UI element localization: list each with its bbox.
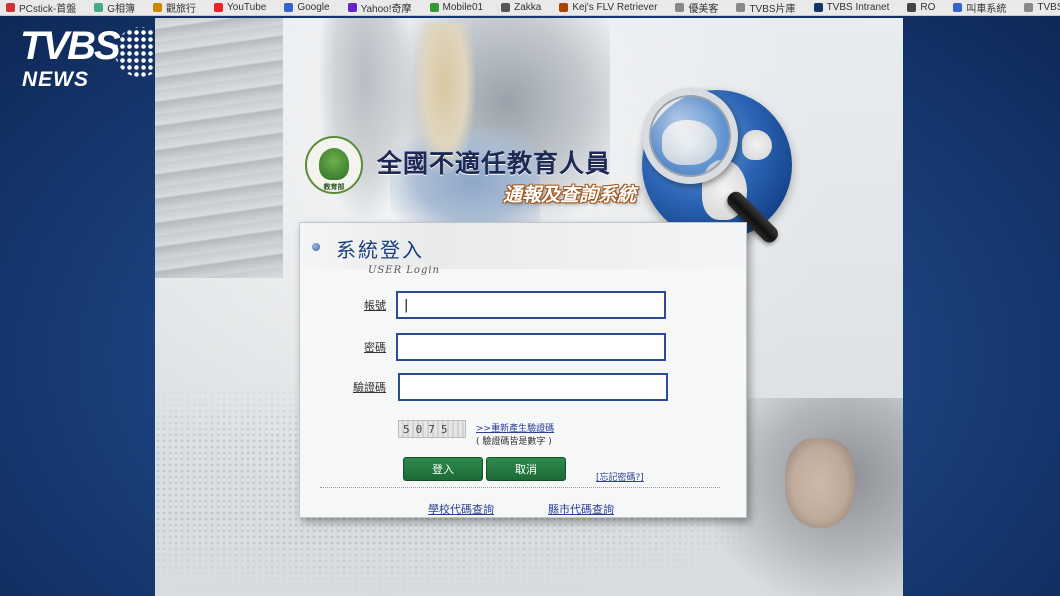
bookmark-label: PCstick-首盤 [19, 4, 77, 15]
bookmark-item[interactable]: 叫車系統 [953, 0, 1006, 15]
captcha-image: 5075 [398, 420, 466, 438]
bookmark-favicon-icon [907, 3, 917, 12]
captcha-input[interactable] [398, 373, 668, 401]
bookmark-item[interactable]: YouTube [214, 2, 266, 13]
bookmark-item[interactable]: Google [284, 2, 330, 13]
bookmark-favicon-icon [6, 3, 15, 12]
tvbs-news-watermark: TVBS NEWS [20, 22, 170, 96]
account-label: 帳號 [364, 299, 386, 312]
web-page: 教育部 全國不適任教育人員 通報及查詢系統 系統登入 USER Login 帳號… [155, 18, 903, 596]
bookmark-label: TVBS Intranet [826, 2, 890, 13]
bookmark-item[interactable]: TVBS片庫 [736, 0, 796, 15]
bookmark-label: Kej's FLV Retriever [572, 2, 658, 13]
bullet-icon [312, 243, 320, 251]
bookmark-item[interactable]: PCstick-首盤 [6, 0, 76, 15]
ministry-emblem-logo: 教育部 [305, 136, 363, 194]
site-title: 全國不適任教育人員 [377, 149, 612, 178]
bookmark-item[interactable]: Yahoo!奇摩 [347, 0, 412, 15]
bookmark-item[interactable]: Kej's FLV Retriever [559, 2, 657, 13]
bookmark-label: YouTube [227, 2, 267, 13]
emblem-plant-icon [319, 148, 349, 180]
bookmark-favicon-icon [284, 3, 294, 12]
account-input[interactable] [396, 291, 666, 319]
login-button[interactable]: 登入 [403, 457, 483, 481]
bookmark-label: 優美客 [688, 4, 719, 15]
bookmark-favicon-icon [675, 3, 685, 12]
cancel-button[interactable]: 取消 [486, 457, 566, 481]
captcha-label: 驗證碼 [353, 381, 386, 394]
bookmark-label: Zakka [514, 2, 542, 13]
bookmark-item[interactable]: 觀旅行 [153, 0, 196, 15]
bookmark-item[interactable]: TVBS Intranet [813, 2, 890, 13]
bookmark-favicon-icon [347, 3, 357, 12]
bookmark-favicon-icon [813, 3, 823, 12]
bookmark-item[interactable]: Mobile01 [429, 2, 484, 13]
bookmark-favicon-icon [501, 3, 511, 12]
watermark-line2: NEWS [22, 68, 89, 91]
bookmark-item[interactable]: Zakka [501, 2, 541, 13]
site-subtitle: 通報及查詢系統 [503, 184, 637, 206]
bookmark-favicon-icon [953, 3, 963, 12]
regenerate-captcha-link[interactable]: >>重新產生驗證碼 [476, 421, 554, 434]
bookmark-favicon-icon [429, 3, 439, 12]
password-input[interactable] [396, 333, 666, 361]
bookmark-label: RO [920, 2, 936, 13]
bookmark-item[interactable]: TVBS [1024, 2, 1060, 13]
bookmark-favicon-icon [736, 3, 746, 12]
bookmark-label: Mobile01 [442, 2, 484, 13]
login-subtitle: USER Login [368, 265, 440, 276]
bookmark-favicon-icon [559, 3, 569, 12]
school-code-lookup-link[interactable]: 學校代碼查詢 [428, 501, 494, 517]
bookmark-favicon-icon [1024, 3, 1034, 12]
password-label: 密碼 [364, 341, 386, 354]
bookmark-label: Yahoo!奇摩 [360, 4, 412, 15]
bookmark-item[interactable]: G相簿 [94, 0, 135, 15]
bookmarks-bar: PCstick-首盤 G相簿 觀旅行 YouTube Google Yahoo!奇摩 Mob… [0, 0, 1060, 16]
magnifier-icon [642, 88, 738, 184]
forgot-password-link[interactable]: [忘記密碼?] [596, 470, 644, 483]
bookmark-label: 觀旅行 [166, 4, 197, 15]
bookmark-item[interactable]: RO [907, 2, 935, 13]
bookmark-item[interactable]: 優美客 [675, 0, 718, 15]
panel-divider [320, 487, 720, 488]
bookmark-favicon-icon [214, 3, 224, 12]
login-panel: 系統登入 USER Login 帳號 密碼 驗證碼 5075 >>重新產生驗證碼… [299, 222, 747, 518]
watermark-line1: TVBS [20, 24, 121, 68]
books-photo [155, 18, 283, 278]
bookmark-label: Google [297, 2, 330, 13]
captcha-hint: ( 驗證碼皆是數字 ) [476, 437, 552, 447]
bookmark-favicon-icon [153, 3, 163, 12]
bookmark-label: TVBS [1037, 2, 1060, 13]
emblem-text: 教育部 [323, 182, 345, 191]
county-code-lookup-link[interactable]: 縣市代碼查詢 [548, 501, 614, 517]
login-title: 系統登入 [336, 238, 424, 262]
person-face-photo [785, 438, 855, 528]
bookmark-label: TVBS片庫 [749, 4, 796, 15]
bookmark-favicon-icon [94, 3, 104, 12]
bookmark-label: 叫車系統 [966, 4, 1007, 15]
bookmark-label: G相簿 [107, 4, 136, 15]
